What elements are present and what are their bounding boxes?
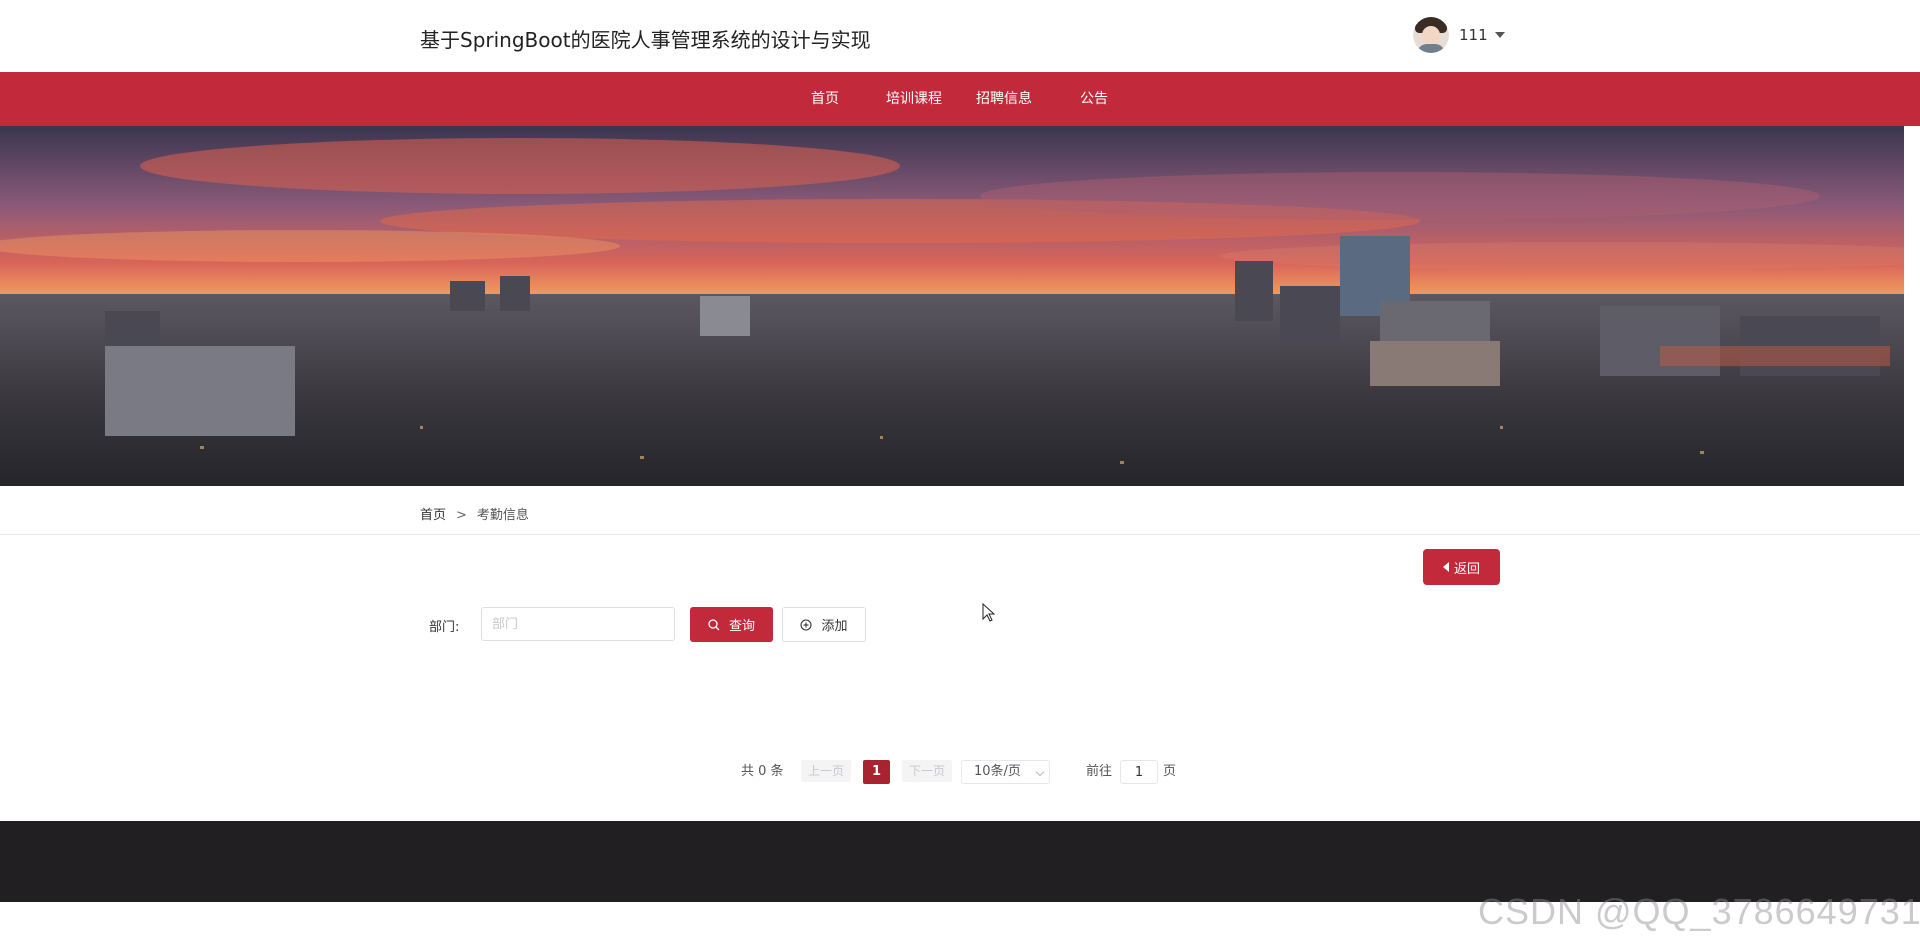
query-button-label: 查询 [728,619,755,634]
footer [0,821,1920,902]
mouse-cursor-icon [982,602,996,627]
department-input[interactable] [481,607,675,641]
top-header: 基于SpringBoot的医院人事管理系统的设计与实现 111 [0,0,1920,72]
page-size-value: 10条/页 [974,764,1021,779]
avatar [1413,17,1449,53]
pagination-page-size-select[interactable]: 10条/页 [961,760,1050,784]
add-button[interactable]: 添加 [782,607,866,642]
pagination-goto-input[interactable] [1120,760,1158,784]
query-button[interactable]: 查询 [690,607,773,642]
nav-item-home[interactable]: 首页 [811,72,839,126]
pagination-total: 共 0 条 [741,764,784,779]
nav-item-notice[interactable]: 公告 [1080,72,1108,126]
watermark: CSDN @QQ_3786649731 [1478,891,1920,932]
pagination-current-page[interactable]: 1 [863,760,890,784]
nav-item-training[interactable]: 培训课程 [886,72,942,126]
back-button[interactable]: 返回 [1423,549,1500,585]
user-name: 111 [1459,26,1488,44]
site-title: 基于SpringBoot的医院人事管理系统的设计与实现 [420,28,871,52]
breadcrumb-current: 考勤信息 [476,508,529,523]
breadcrumb-home[interactable]: 首页 [420,508,446,523]
nav-item-recruitment[interactable]: 招聘信息 [976,72,1032,126]
department-label: 部门: [429,620,460,635]
pagination-page-suffix: 页 [1163,764,1177,779]
chevron-down-icon [1035,767,1045,777]
pagination-prev-button[interactable]: 上一页 [801,760,852,782]
pagination-goto-label: 前往 [1086,764,1113,779]
caret-down-icon [1494,32,1505,38]
plus-circle-icon [800,618,813,631]
city-sunset-image [0,126,1904,486]
add-button-label: 添加 [821,619,848,634]
divider [0,534,1920,535]
user-menu[interactable]: 111 [1413,16,1505,54]
breadcrumb: 首页 > 考勤信息 [420,504,529,523]
breadcrumb-separator: > [456,508,467,523]
caret-left-icon [1442,562,1449,572]
search-icon [708,618,720,631]
back-button-label: 返回 [1453,561,1480,577]
banner-carousel[interactable] [0,126,1904,486]
pagination-next-button[interactable]: 下一页 [902,760,953,782]
main-nav: 首页 培训课程 招聘信息 公告 [0,72,1920,126]
